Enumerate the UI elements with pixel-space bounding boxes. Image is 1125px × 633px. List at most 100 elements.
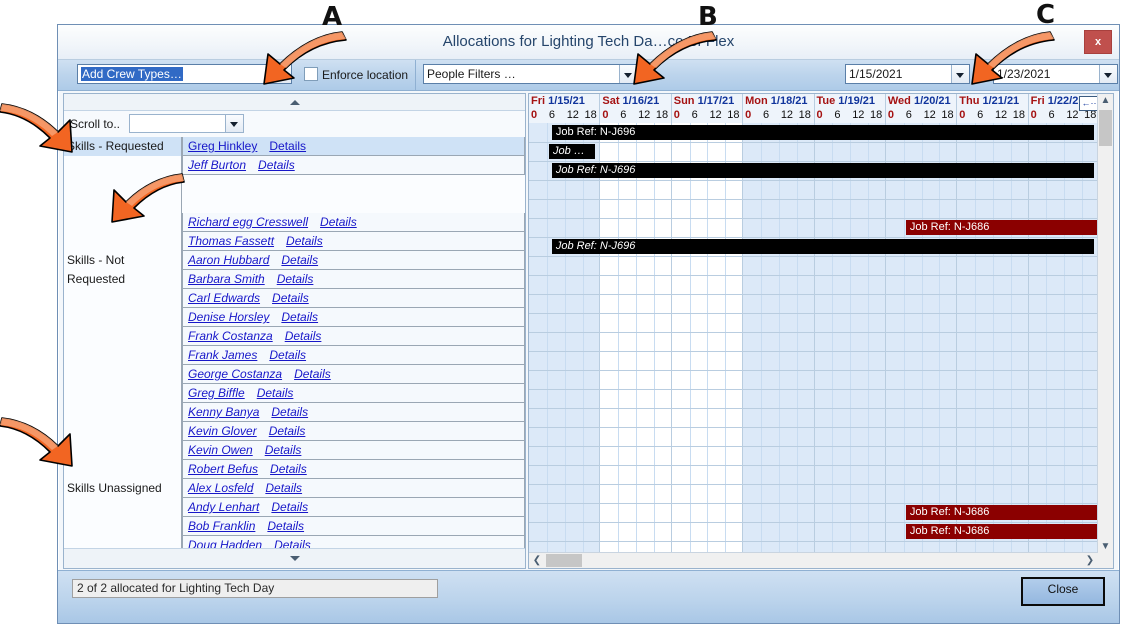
date-to-dropdown[interactable]: 1/23/2021 xyxy=(993,64,1118,84)
checkbox-icon[interactable] xyxy=(304,67,318,81)
table-row[interactable]: Skills - RequestedGreg HinkleyDetails xyxy=(64,137,525,156)
table-row[interactable]: Doug Hadden Details xyxy=(64,536,525,548)
table-row[interactable]: Denise Horsley Details xyxy=(64,308,525,327)
person-name-link[interactable]: George Costanza xyxy=(188,367,282,381)
horizontal-scroll-thumb[interactable] xyxy=(546,554,582,567)
chevron-down-icon[interactable] xyxy=(619,65,637,83)
person-name-link[interactable]: Jeff Burton xyxy=(188,158,246,172)
person-name-link[interactable]: Barbara Smith xyxy=(188,272,265,286)
scroll-down-icon[interactable]: ▼ xyxy=(1098,541,1113,552)
scroll-left-icon[interactable]: ❮ xyxy=(530,553,544,568)
person-cell: Andy Lenhart Details xyxy=(182,498,525,517)
to-label: To xyxy=(975,67,988,81)
gantt-vertical-scrollbar[interactable]: ▲ ▼ xyxy=(1097,94,1113,553)
chevron-down-icon[interactable] xyxy=(273,65,291,83)
gantt-job-bar[interactable]: Job Ref: N-J696 xyxy=(552,239,1094,254)
gantt-horizontal-scrollbar[interactable]: ❮ ❯ xyxy=(529,552,1098,568)
person-name-link[interactable]: Greg Hinkley xyxy=(188,139,257,153)
table-row[interactable]: Skills - Not RequestedAaron HubbardDetai… xyxy=(64,251,525,270)
person-name-link[interactable]: Kevin Glover xyxy=(188,424,257,438)
details-link[interactable]: Details xyxy=(267,519,304,533)
gantt-job-bar[interactable]: Job … xyxy=(549,144,595,159)
collapse-up-chevron-icon[interactable] xyxy=(64,94,525,111)
table-row[interactable] xyxy=(64,175,525,194)
people-filters-dropdown[interactable]: People Filters … xyxy=(423,64,638,84)
details-link[interactable]: Details xyxy=(320,215,357,229)
gantt-job-bar[interactable]: Job Ref: N-J686 xyxy=(906,220,1097,235)
person-name-link[interactable]: Andy Lenhart xyxy=(188,500,259,514)
person-name-link[interactable]: Kenny Banya xyxy=(188,405,259,419)
details-link[interactable]: Details xyxy=(269,424,306,438)
table-row[interactable]: Andy Lenhart Details xyxy=(64,498,525,517)
table-row[interactable]: Thomas Fassett Details xyxy=(64,232,525,251)
scroll-to-dropdown[interactable] xyxy=(129,114,244,133)
person-name-link[interactable]: Doug Hadden xyxy=(188,538,262,548)
collapse-down-chevron-icon[interactable] xyxy=(64,548,525,568)
chevron-down-icon[interactable] xyxy=(951,65,969,83)
gantt-job-bar[interactable]: Job Ref: N-J696 xyxy=(552,163,1094,178)
table-row[interactable]: Frank James Details xyxy=(64,346,525,365)
table-row[interactable]: Kenny Banya Details xyxy=(64,403,525,422)
person-name-link[interactable]: Carl Edwards xyxy=(188,291,260,305)
details-link[interactable]: Details xyxy=(281,253,318,267)
person-cell: Richard egg Cresswell Details xyxy=(182,213,525,232)
table-row[interactable]: Bob Franklin Details xyxy=(64,517,525,536)
gantt-job-bar[interactable]: Job Ref: N-J686 xyxy=(906,524,1097,539)
details-link[interactable]: Details xyxy=(265,481,302,495)
person-name-link[interactable]: Bob Franklin xyxy=(188,519,255,533)
person-name-link[interactable]: Greg Biffle xyxy=(188,386,245,400)
table-row[interactable]: Carl Edwards Details xyxy=(64,289,525,308)
gantt-quarter-tick xyxy=(779,123,780,553)
details-link[interactable]: Details xyxy=(258,158,295,172)
details-link[interactable]: Details xyxy=(277,272,314,286)
details-link[interactable]: Details xyxy=(257,386,294,400)
table-row[interactable]: Frank Costanza Details xyxy=(64,327,525,346)
details-link[interactable]: Details xyxy=(286,234,323,248)
details-link[interactable]: Details xyxy=(294,367,331,381)
table-row[interactable]: Robert Befus Details xyxy=(64,460,525,479)
table-row[interactable]: Jeff Burton Details xyxy=(64,156,525,175)
scroll-right-icon[interactable]: ❯ xyxy=(1083,553,1097,568)
table-row[interactable]: Richard egg Cresswell Details xyxy=(64,213,525,232)
details-link[interactable]: Details xyxy=(265,443,302,457)
details-link[interactable]: Details xyxy=(274,538,311,548)
person-name-link[interactable]: Robert Befus xyxy=(188,462,258,476)
person-name-link[interactable]: Alex Losfeld xyxy=(188,481,253,495)
details-link[interactable]: Details xyxy=(272,291,309,305)
window-close-button[interactable]: x xyxy=(1084,30,1112,54)
details-link[interactable]: Details xyxy=(281,310,318,324)
table-row[interactable] xyxy=(64,194,525,213)
chevron-down-icon[interactable] xyxy=(1099,65,1117,83)
add-crew-types-dropdown[interactable]: Add Crew Types… xyxy=(77,64,292,84)
chevron-down-icon[interactable] xyxy=(225,115,243,132)
table-row[interactable]: George Costanza Details xyxy=(64,365,525,384)
gantt-job-bar[interactable]: Job Ref: N-J696 xyxy=(552,125,1094,140)
details-link[interactable]: Details xyxy=(285,329,322,343)
person-name-link[interactable]: Frank James xyxy=(188,348,257,362)
gantt-row-divider xyxy=(529,161,1098,162)
add-crew-types-value: Add Crew Types… xyxy=(81,67,183,81)
details-link[interactable]: Details xyxy=(271,405,308,419)
person-name-link[interactable]: Richard egg Cresswell xyxy=(188,215,308,229)
table-row[interactable]: Kevin Glover Details xyxy=(64,422,525,441)
date-from-dropdown[interactable]: 1/15/2021 xyxy=(845,64,970,84)
gantt-job-bar[interactable]: Job Ref: N-J686 xyxy=(906,505,1097,520)
person-name-link[interactable]: Aaron Hubbard xyxy=(188,253,269,267)
table-row[interactable]: Barbara Smith Details xyxy=(64,270,525,289)
details-link[interactable]: Details xyxy=(269,348,306,362)
person-name-link[interactable]: Thomas Fassett xyxy=(188,234,274,248)
vertical-scroll-thumb[interactable] xyxy=(1099,110,1112,146)
table-row[interactable]: Greg Biffle Details xyxy=(64,384,525,403)
gantt-row-divider xyxy=(529,199,1098,200)
details-link[interactable]: Details xyxy=(269,139,306,153)
details-link[interactable]: Details xyxy=(270,462,307,476)
enforce-location-checkbox[interactable]: Enforce location xyxy=(304,67,408,82)
table-row[interactable]: Skills UnassignedAlex LosfeldDetails xyxy=(64,479,525,498)
person-name-link[interactable]: Denise Horsley xyxy=(188,310,269,324)
details-link[interactable]: Details xyxy=(271,500,308,514)
close-button[interactable]: Close xyxy=(1021,577,1105,606)
person-name-link[interactable]: Kevin Owen xyxy=(188,443,253,457)
person-name-link[interactable]: Frank Costanza xyxy=(188,329,273,343)
scroll-up-icon[interactable]: ▲ xyxy=(1098,95,1113,106)
table-row[interactable]: Kevin Owen Details xyxy=(64,441,525,460)
